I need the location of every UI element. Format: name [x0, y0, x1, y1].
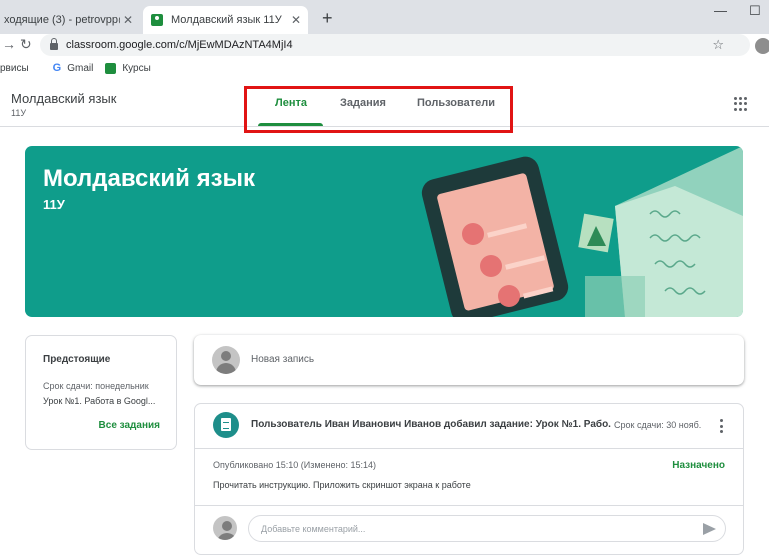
browser-tab-inbox[interactable]: ходящие (3) - petrovpp@stlk.c ✕ [0, 6, 140, 34]
new-post-placeholder: Новая запись [251, 354, 315, 365]
browser-tab-classroom[interactable]: Молдавский язык 11У ✕ [143, 6, 308, 34]
upcoming-card: Предстоящие Срок сдачи: понедельник Урок… [25, 335, 177, 450]
bookmark-label: Gmail [67, 62, 94, 74]
minimize-icon[interactable]: — [714, 3, 727, 18]
classroom-icon [105, 62, 117, 74]
bookmark-label: Курсы [122, 62, 151, 74]
reload-icon[interactable]: ↻ [20, 36, 32, 53]
bookmark-courses[interactable]: Курсы [105, 62, 151, 74]
new-post-box[interactable]: Новая запись [194, 335, 744, 385]
assignment-card: Пользователь Иван Иванович Иванов добави… [194, 403, 744, 555]
bookmark-gmail[interactable]: G Gmail [53, 62, 94, 74]
commenter-avatar [213, 516, 237, 540]
bookmark-star-icon[interactable]: ☆ [712, 37, 724, 53]
url-text: classroom.google.com/c/MjEwMDAzNTA4MjI4 [66, 39, 293, 51]
tab-close-icon[interactable]: ✕ [288, 13, 304, 27]
browser-tabstrip: ходящие (3) - petrovpp@stlk.c ✕ Молдавск… [0, 0, 769, 34]
assignment-title[interactable]: Пользователь Иван Иванович Иванов добави… [251, 419, 611, 430]
apps-grid-icon[interactable] [734, 97, 748, 111]
view-all-link[interactable]: Все задания [99, 420, 160, 431]
assignment-status: Назначено [672, 460, 725, 471]
class-banner: Молдавский язык 11У [25, 146, 743, 317]
divider [195, 505, 743, 506]
maximize-icon[interactable]: ☐ [749, 3, 761, 19]
tab-title: Молдавский язык 11У [171, 14, 282, 26]
upcoming-title: Предстоящие [43, 354, 111, 365]
send-icon[interactable] [703, 523, 716, 535]
assignment-description: Прочитать инструкцию. Приложить скриншот… [213, 480, 471, 490]
assignment-due: Срок сдачи: 30 нояб. [614, 420, 702, 430]
browser-toolbar: → ↻ classroom.google.com/c/MjEwMDAzNTA4M… [0, 34, 769, 56]
tab-title: ходящие (3) - petrovpp@stlk.c [4, 14, 120, 26]
assignment-icon [213, 412, 239, 438]
annotation-highlight-box [244, 86, 513, 133]
upcoming-due: Срок сдачи: понедельник [43, 381, 149, 391]
forward-icon[interactable]: → [2, 36, 16, 52]
classroom-favicon-icon [151, 14, 163, 26]
lock-icon [50, 38, 58, 50]
profile-avatar[interactable] [755, 38, 769, 54]
more-options-icon[interactable] [720, 419, 724, 433]
banner-title: Молдавский язык [43, 165, 256, 192]
tab-close-icon[interactable]: ✕ [120, 13, 136, 27]
user-avatar [212, 346, 240, 374]
google-icon: G [52, 62, 62, 74]
divider [195, 448, 743, 449]
assignment-published: Опубликовано 15:10 (Изменено: 15:14) [213, 460, 376, 470]
bookmark-label: рвисы [0, 62, 29, 74]
new-tab-icon[interactable]: + [322, 9, 333, 27]
banner-subtitle: 11У [43, 197, 65, 212]
address-bar[interactable]: classroom.google.com/c/MjEwMDAzNTA4MjI4 … [40, 34, 750, 56]
class-section: 11У [11, 108, 27, 118]
comment-input[interactable]: Добавьте комментарий... [248, 515, 726, 542]
class-name[interactable]: Молдавский язык [11, 91, 116, 106]
upcoming-item-link[interactable]: Урок №1. Работа в Googl... [43, 396, 175, 406]
bookmark-services[interactable]: рвисы [0, 63, 29, 74]
bookmarks-bar: рвисы G Gmail Курсы [0, 57, 769, 79]
